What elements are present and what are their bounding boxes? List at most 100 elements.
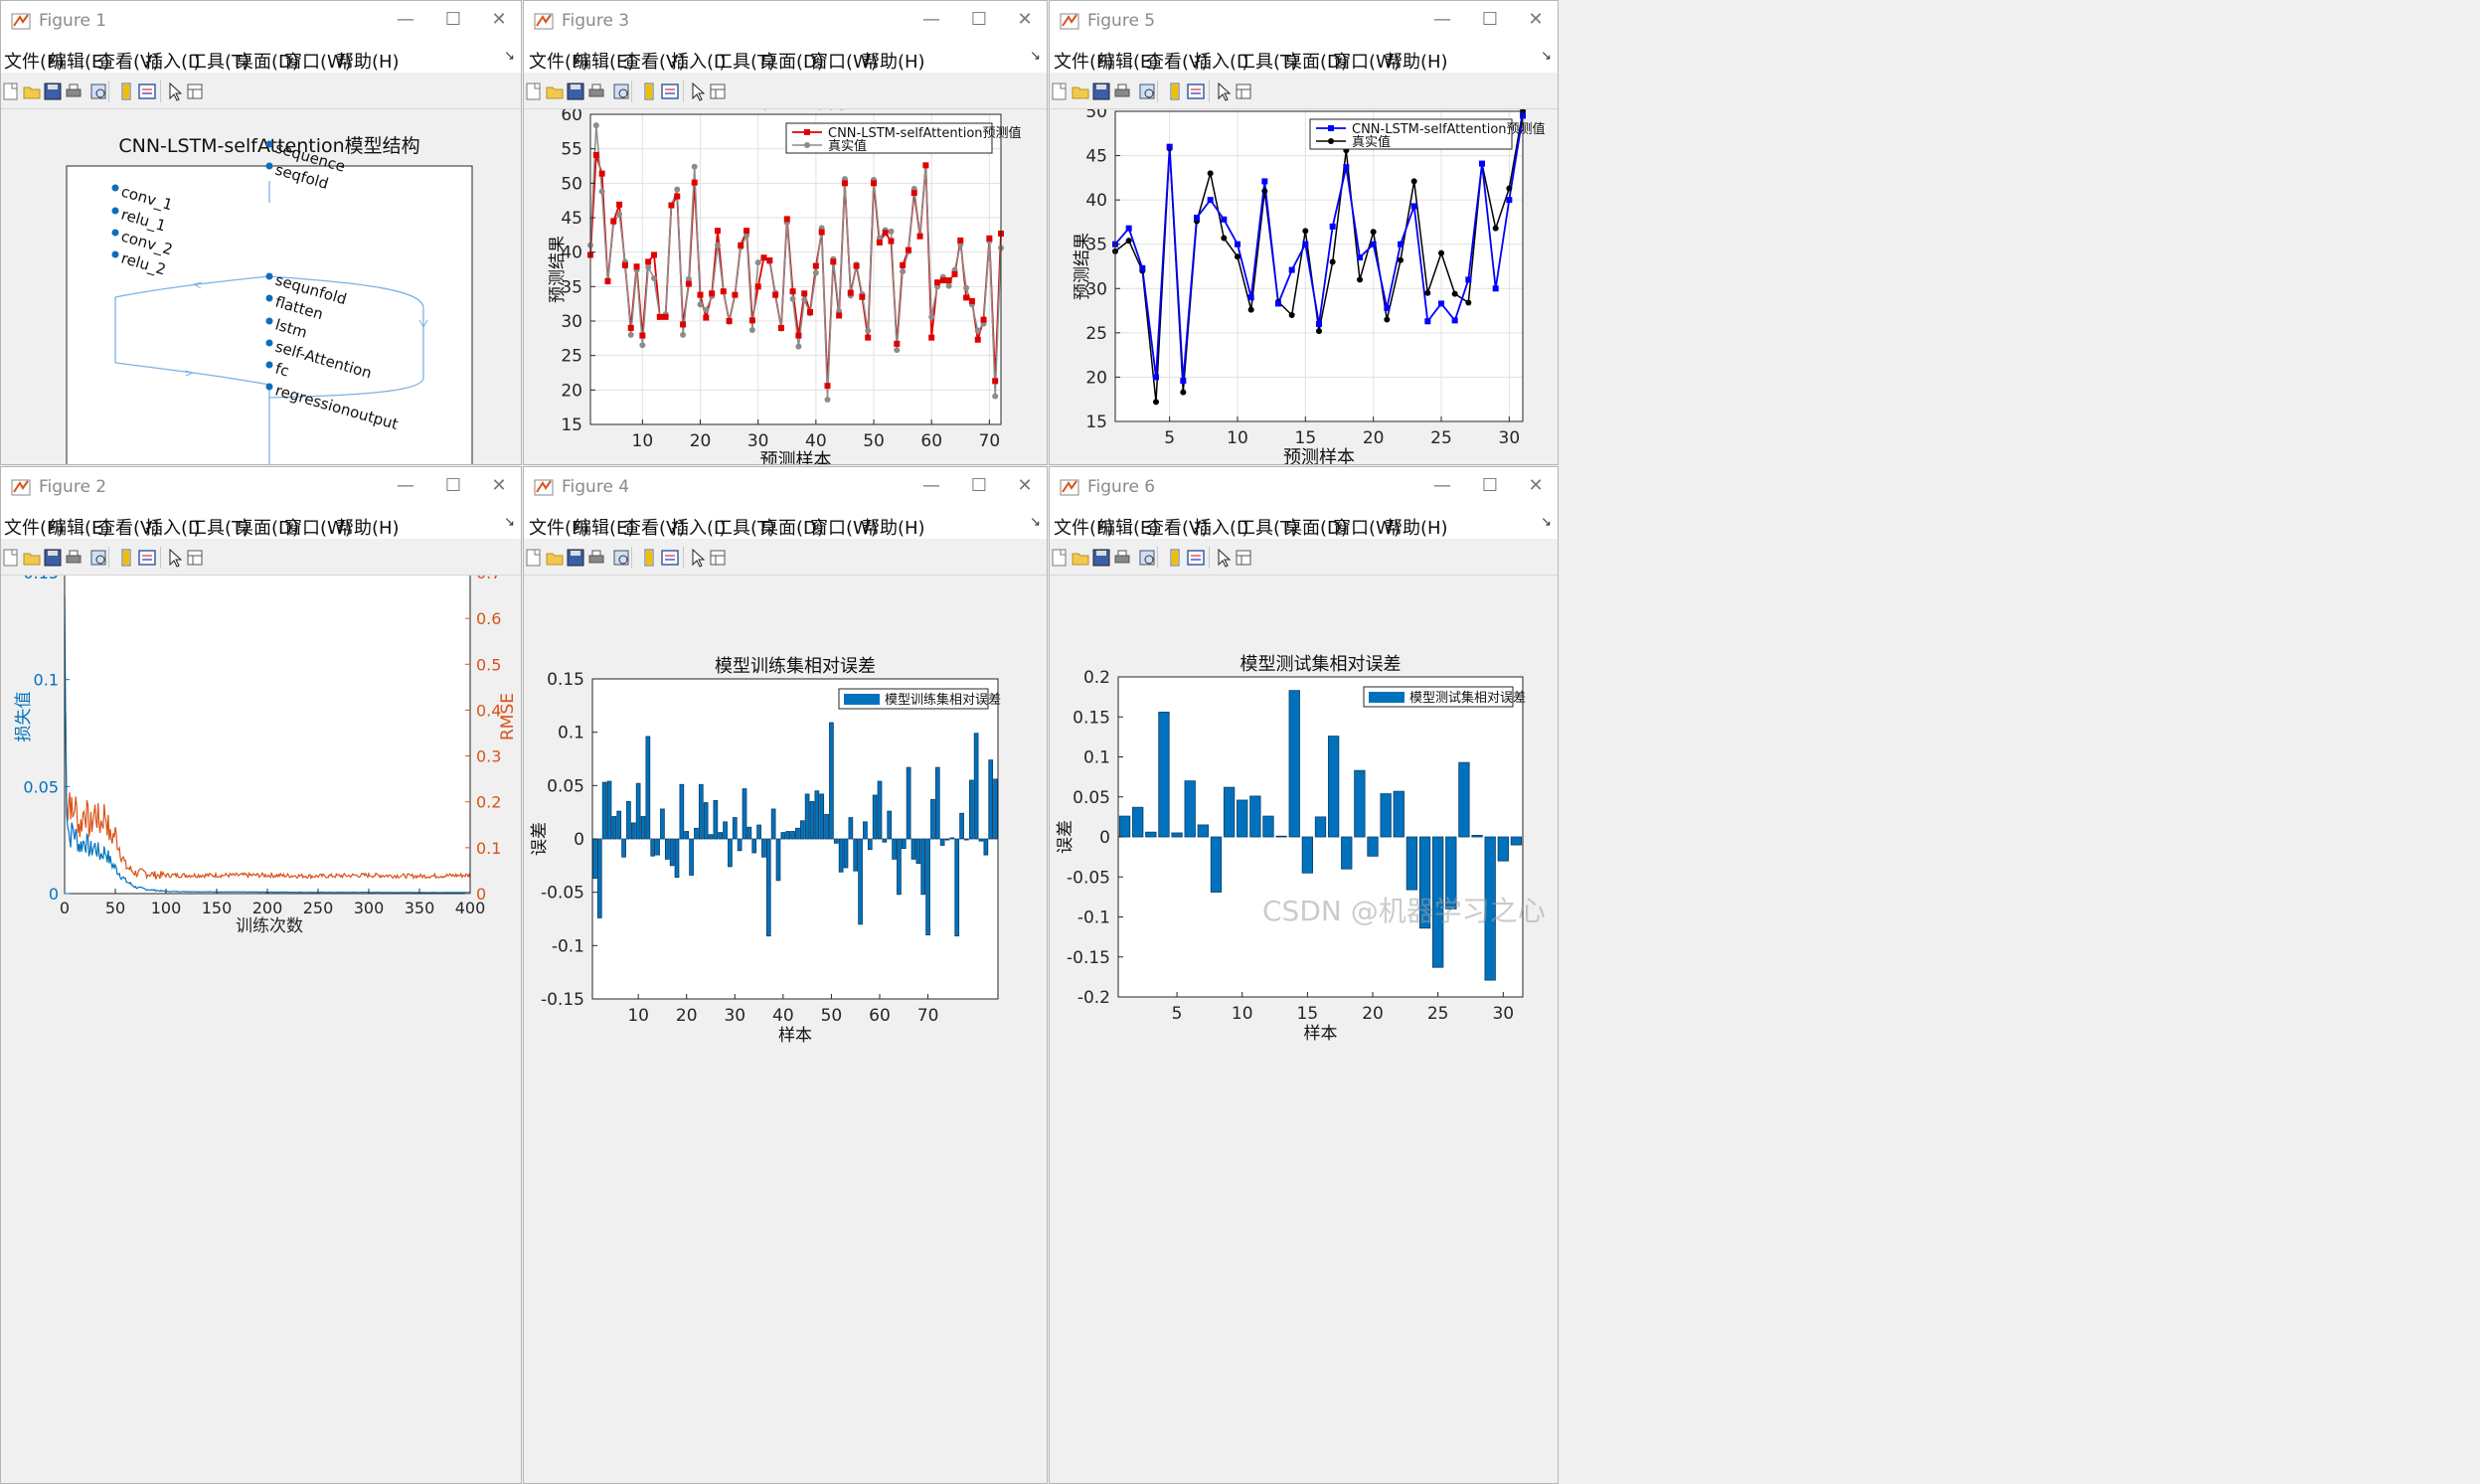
print-icon[interactable]	[64, 548, 83, 568]
new-figure-icon[interactable]	[1, 82, 21, 101]
new-figure-icon[interactable]	[524, 82, 544, 101]
maximize-icon[interactable]: ☐	[1474, 7, 1506, 33]
legend-icon[interactable]	[1186, 548, 1206, 568]
title-bar[interactable]: Figure 6 — ☐ ✕	[1050, 467, 1558, 507]
save-icon[interactable]	[1091, 82, 1111, 101]
print-preview-icon[interactable]	[88, 82, 108, 101]
print-preview-icon[interactable]	[88, 548, 108, 568]
figure-1-window[interactable]: Figure 1 — ☐ ✕ 文件(F) 编辑(E) 查看(V) 插入(I) 工具(T)…	[0, 0, 522, 465]
property-editor-icon[interactable]	[1234, 548, 1253, 568]
colorbar-icon[interactable]	[639, 82, 659, 101]
property-editor-icon[interactable]	[185, 82, 205, 101]
close-icon[interactable]: ✕	[1009, 7, 1041, 33]
colorbar-icon[interactable]	[116, 82, 136, 101]
colorbar-icon[interactable]	[1165, 548, 1185, 568]
print-preview-icon[interactable]	[1137, 548, 1157, 568]
pointer-icon[interactable]	[1214, 548, 1234, 568]
print-icon[interactable]	[586, 82, 606, 101]
minimize-icon[interactable]: —	[1426, 473, 1458, 499]
close-icon[interactable]: ✕	[483, 7, 515, 33]
figure-4-window[interactable]: Figure 4 — ☐ ✕ 文件(F) 编辑(E) 查看(V) 插入(I) 工具(T)…	[523, 466, 1048, 1484]
plot-area[interactable]: 模型训练集相对误差 10 20 30 40 50 60 70 -0.15 -0.1 -0.05 0 0.…	[524, 576, 1047, 1483]
property-editor-icon[interactable]	[708, 82, 728, 101]
pointer-icon[interactable]	[688, 548, 708, 568]
plot-area[interactable]: CNN-LSTM-selfAttention模型结构sequenceseqfol…	[1, 109, 521, 464]
property-editor-icon[interactable]	[1234, 82, 1253, 101]
legend-icon[interactable]	[1186, 82, 1206, 101]
menu-item[interactable]: 帮助(H)	[336, 48, 400, 74]
open-file-icon[interactable]	[1071, 548, 1090, 568]
maximize-icon[interactable]: ☐	[437, 7, 469, 33]
colorbar-icon[interactable]	[1165, 82, 1185, 101]
figure-6-window[interactable]: Figure 6 — ☐ ✕ 文件(F) 编辑(E) 查看(V) 插入(I) 工具(T)…	[1049, 466, 1559, 1484]
open-file-icon[interactable]	[545, 82, 565, 101]
pointer-icon[interactable]	[165, 548, 185, 568]
print-preview-icon[interactable]	[611, 548, 631, 568]
maximize-icon[interactable]: ☐	[437, 473, 469, 499]
new-figure-icon[interactable]	[524, 548, 544, 568]
open-file-icon[interactable]	[545, 548, 565, 568]
plot-area[interactable]: CNN-LSTM-selfAttention050100150200250300…	[1, 551, 521, 1483]
print-preview-icon[interactable]	[1137, 82, 1157, 101]
legend-icon[interactable]	[137, 548, 157, 568]
save-icon[interactable]	[43, 82, 63, 101]
plot-area[interactable]: 模型测试集相对误差 5 10 15 20 25 30 -0.2 -0.15 -0.1 -0.05 0 0…	[1050, 576, 1558, 1483]
close-icon[interactable]: ✕	[1009, 473, 1041, 499]
legend-icon[interactable]	[137, 82, 157, 101]
maximize-icon[interactable]: ☐	[1474, 473, 1506, 499]
minimize-icon[interactable]: —	[390, 7, 421, 33]
print-icon[interactable]	[586, 548, 606, 568]
open-file-icon[interactable]	[1071, 82, 1090, 101]
save-icon[interactable]	[566, 82, 585, 101]
new-figure-icon[interactable]	[1050, 82, 1070, 101]
new-figure-icon[interactable]	[1050, 548, 1070, 568]
close-icon[interactable]: ✕	[483, 473, 515, 499]
menu-item[interactable]: 帮助(H)	[336, 514, 400, 540]
colorbar-icon[interactable]	[639, 548, 659, 568]
figure-3-window[interactable]: Figure 3 — ☐ ✕ 文件(F) 编辑(E) 查看(V) 插入(I) 工具(T)…	[523, 0, 1048, 465]
title-bar[interactable]: Figure 3 — ☐ ✕	[524, 1, 1047, 41]
legend-icon[interactable]	[660, 548, 680, 568]
title-bar[interactable]: Figure 4 — ☐ ✕	[524, 467, 1047, 507]
title-bar[interactable]: Figure 1 — ☐ ✕	[1, 1, 521, 41]
pointer-icon[interactable]	[165, 82, 185, 101]
menu-dock-icon[interactable]: ↘	[1541, 515, 1552, 530]
maximize-icon[interactable]: ☐	[963, 473, 995, 499]
menu-item[interactable]: 帮助(H)	[1385, 514, 1448, 540]
figure-2-window[interactable]: Figure 2 — ☐ ✕ 文件(F) 编辑(E) 查看(V) 插入(I) 工具(T)…	[0, 466, 522, 1484]
pointer-icon[interactable]	[1214, 82, 1234, 101]
property-editor-icon[interactable]	[708, 548, 728, 568]
colorbar-icon[interactable]	[116, 548, 136, 568]
plot-area[interactable]: 训练集预测结果对比RMSE=1.663410203040506070152025…	[524, 74, 1047, 464]
save-icon[interactable]	[43, 548, 63, 568]
maximize-icon[interactable]: ☐	[963, 7, 995, 33]
save-icon[interactable]	[1091, 548, 1111, 568]
open-file-icon[interactable]	[22, 548, 42, 568]
menu-item[interactable]: 帮助(H)	[862, 514, 925, 540]
title-bar[interactable]: Figure 2 — ☐ ✕	[1, 467, 521, 507]
menu-dock-icon[interactable]: ↘	[504, 49, 515, 64]
menu-dock-icon[interactable]: ↘	[1030, 515, 1041, 530]
title-bar[interactable]: Figure 5 — ☐ ✕	[1050, 1, 1558, 41]
save-icon[interactable]	[566, 548, 585, 568]
plot-area[interactable]: 测试集预测结果对比RMSE=2.555651015202530152025303…	[1050, 71, 1558, 464]
print-icon[interactable]	[1112, 82, 1132, 101]
legend-icon[interactable]	[660, 82, 680, 101]
minimize-icon[interactable]: —	[915, 7, 947, 33]
minimize-icon[interactable]: —	[1426, 7, 1458, 33]
menu-item[interactable]: 帮助(H)	[862, 48, 925, 74]
figure-5-window[interactable]: Figure 5 — ☐ ✕ 文件(F) 编辑(E) 查看(V) 插入(I) 工具(T)…	[1049, 0, 1559, 465]
pointer-icon[interactable]	[688, 82, 708, 101]
print-icon[interactable]	[64, 82, 83, 101]
menu-dock-icon[interactable]: ↘	[1541, 49, 1552, 64]
property-editor-icon[interactable]	[185, 548, 205, 568]
minimize-icon[interactable]: —	[390, 473, 421, 499]
print-icon[interactable]	[1112, 548, 1132, 568]
menu-item[interactable]: 帮助(H)	[1385, 48, 1448, 74]
close-icon[interactable]: ✕	[1520, 473, 1552, 499]
print-preview-icon[interactable]	[611, 82, 631, 101]
new-figure-icon[interactable]	[1, 548, 21, 568]
minimize-icon[interactable]: —	[915, 473, 947, 499]
close-icon[interactable]: ✕	[1520, 7, 1552, 33]
menu-dock-icon[interactable]: ↘	[1030, 49, 1041, 64]
